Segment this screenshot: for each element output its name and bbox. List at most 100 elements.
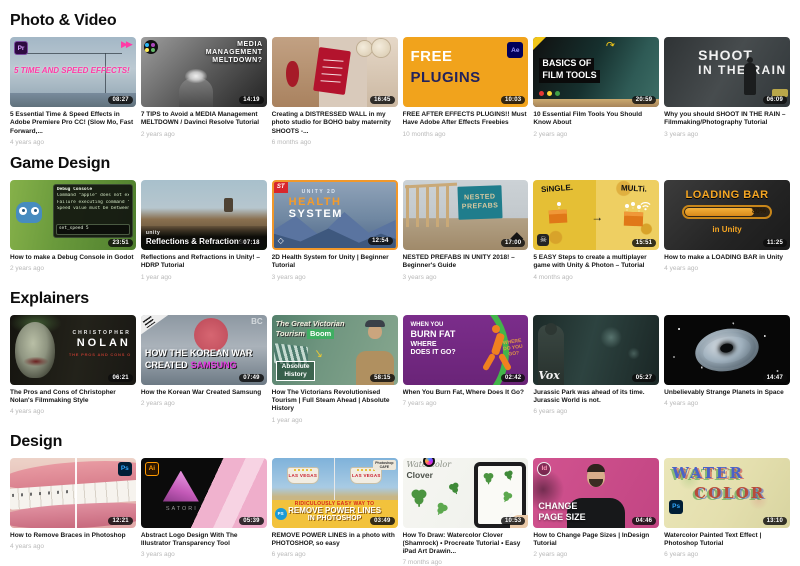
- video-thumbnail[interactable]: 14:47: [664, 315, 790, 385]
- video-thumbnail[interactable]: SATORI Ai 05:39: [141, 458, 267, 528]
- video-title[interactable]: REMOVE POWER LINES in a photo with PHOTO…: [272, 532, 398, 549]
- video-thumbnail[interactable]: Pr ▶▶ 5 TIME AND SPEED EFFECTS! 08:27: [10, 37, 136, 107]
- clover-graphic: [409, 488, 429, 513]
- video-title[interactable]: 5 Essential Time & Speed Effects in Adob…: [10, 111, 136, 136]
- wood-studs-graphic: [406, 185, 452, 227]
- video-title[interactable]: NESTED PREFABS IN UNITY 2018! – Beginner…: [403, 254, 529, 271]
- duration-badge: 11:25: [763, 239, 787, 247]
- unity-logo: unity: [146, 230, 160, 236]
- video-title[interactable]: How To Draw: Watercolor Clover (Shamrock…: [403, 532, 529, 557]
- indesign-icon: Id: [537, 462, 551, 476]
- video-thumbnail[interactable]: ST UNITY 2D HEALTH SYSTEM ◇ 12:54: [272, 180, 398, 250]
- video-title[interactable]: Unbelievably Strange Planets in Space: [664, 389, 790, 397]
- video-thumbnail[interactable]: WHEN YOU BURN FAT WHERE DOES IT GO? WHER…: [403, 315, 529, 385]
- video-thumbnail[interactable]: Debug Console Command "apple" does not e…: [10, 180, 136, 250]
- video-card[interactable]: BASICS OF FILM TOOLS 20:59 10 Essential …: [533, 37, 659, 146]
- video-title[interactable]: How The Victorians Revolutionised Touris…: [272, 389, 398, 414]
- duration-badge: 05:27: [632, 374, 656, 382]
- video-card[interactable]: LAS VEGAS LAS VEGAS Photoshop CAFE RIDIC…: [272, 458, 398, 566]
- video-card[interactable]: CHRISTOPHER NOLAN THE PROS AND CONS OF 0…: [10, 315, 136, 424]
- video-title[interactable]: Reflections and Refractions in Unity! – …: [141, 254, 267, 271]
- video-thumbnail[interactable]: BC HOW THE KOREAN WAR CREATEDSAMSUNG 07:…: [141, 315, 267, 385]
- video-card[interactable]: unity Reflections & Refractions 07:18 Re…: [141, 180, 267, 281]
- video-thumbnail[interactable]: Vox 05:27: [533, 315, 659, 385]
- logo-triangle-graphic: [163, 471, 199, 502]
- duration-badge: 06:21: [108, 374, 132, 382]
- thumbnail-subline: WHERE DO YOU GO?: [499, 337, 527, 358]
- video-thumbnail[interactable]: MEDIA MANAGEMENT MELTDOWN? 14:19: [141, 37, 267, 107]
- video-title[interactable]: The Pros and Cons of Christopher Nolan's…: [10, 389, 136, 406]
- video-thumbnail[interactable]: BASICS OF FILM TOOLS 20:59: [533, 37, 659, 107]
- video-grid: Ps 12:21 How to Remove Braces in Photosh…: [10, 458, 790, 566]
- video-title[interactable]: How the Korean War Created Samsung: [141, 389, 267, 397]
- video-card[interactable]: ST UNITY 2D HEALTH SYSTEM ◇ 12:54 2D Hea…: [272, 180, 398, 281]
- thumbnail-headline: LOADING BAR: [664, 189, 790, 201]
- video-thumbnail[interactable]: FREE PLUGINS Ae 10:03: [403, 37, 529, 107]
- thumbnail-headline: Clover: [407, 470, 433, 480]
- duration-badge: 58:15: [370, 374, 394, 382]
- video-title[interactable]: Jurassic Park was ahead of its time. Jur…: [533, 389, 659, 406]
- video-thumbnail[interactable]: CHANGE PAGE SIZE Id 04:46: [533, 458, 659, 528]
- video-card[interactable]: BC HOW THE KOREAN WAR CREATEDSAMSUNG 07:…: [141, 315, 267, 424]
- video-thumbnail[interactable]: WATER COLOR Ps 13:10: [664, 458, 790, 528]
- video-title[interactable]: How to Change Page Sizes | InDesign Tuto…: [533, 532, 659, 549]
- video-card[interactable]: NESTED PREFABS ◆ 17:00 NESTED PREFABS IN…: [403, 180, 529, 281]
- video-title[interactable]: 7 TIPS to Avoid a MEDIA Management MELTD…: [141, 111, 267, 128]
- video-thumbnail[interactable]: 16:45: [272, 37, 398, 107]
- clover-graphic: [429, 499, 451, 522]
- video-age: 6 months ago: [272, 139, 398, 146]
- video-title[interactable]: Creating a DISTRESSED WALL in my photo s…: [272, 111, 398, 136]
- thumbnail-headline: BASICS OF FILM TOOLS: [539, 58, 599, 83]
- thumbnail-headline: SYSTEM: [289, 208, 343, 220]
- video-thumbnail[interactable]: NESTED PREFABS ◆ 17:00: [403, 180, 529, 250]
- video-card[interactable]: SHOOT IN THE RAIN 06:09 Why you should S…: [664, 37, 790, 146]
- video-thumbnail[interactable]: CHRISTOPHER NOLAN THE PROS AND CONS OF 0…: [10, 315, 136, 385]
- video-title[interactable]: Watercolor Painted Text Effect | Photosh…: [664, 532, 790, 549]
- video-title[interactable]: 10 Essential Film Tools You Should Know …: [533, 111, 659, 128]
- video-thumbnail[interactable]: unity Reflections & Refractions 07:18: [141, 180, 267, 250]
- video-title[interactable]: Why you should SHOOT IN THE RAIN – Filmm…: [664, 111, 790, 128]
- video-card[interactable]: Watercolor Clover: [403, 458, 529, 566]
- video-card[interactable]: Ps 12:21 How to Remove Braces in Photosh…: [10, 458, 136, 566]
- video-card[interactable]: SiNGLE. MULTi. → ☠ 15:51 5 EASY Steps to…: [533, 180, 659, 281]
- video-thumbnail[interactable]: LAS VEGAS LAS VEGAS Photoshop CAFE RIDIC…: [272, 458, 398, 528]
- video-card[interactable]: FREE PLUGINS Ae 10:03 FREE AFTER EFFECTS…: [403, 37, 529, 146]
- video-card[interactable]: SATORI Ai 05:39 Abstract Logo Design Wit…: [141, 458, 267, 566]
- video-card[interactable]: MEDIA MANAGEMENT MELTDOWN? 14:19 7 TIPS …: [141, 37, 267, 146]
- duration-badge: 06:09: [763, 96, 787, 104]
- video-thumbnail[interactable]: Watercolor Clover: [403, 458, 529, 528]
- duration-badge: 14:19: [239, 96, 263, 104]
- video-card[interactable]: LOADING BAR 80% in Unity 11:25 How to ma…: [664, 180, 790, 281]
- video-card[interactable]: Vox 05:27 Jurassic Park was ahead of its…: [533, 315, 659, 424]
- video-card[interactable]: Pr ▶▶ 5 TIME AND SPEED EFFECTS! 08:27 5 …: [10, 37, 136, 146]
- video-card[interactable]: WATER COLOR Ps 13:10 Watercolor Painted …: [664, 458, 790, 566]
- video-card[interactable]: CHANGE PAGE SIZE Id 04:46 How to Change …: [533, 458, 659, 566]
- video-title[interactable]: FREE AFTER EFFECTS PLUGINS!! Must Have A…: [403, 111, 529, 128]
- video-card[interactable]: 14:47 Unbelievably Strange Planets in Sp…: [664, 315, 790, 424]
- video-thumbnail[interactable]: Ps 12:21: [10, 458, 136, 528]
- video-card[interactable]: 16:45 Creating a DISTRESSED WALL in my p…: [272, 37, 398, 146]
- video-thumbnail[interactable]: The Great Victorian TourismBoom Absolute…: [272, 315, 398, 385]
- video-title[interactable]: 5 EASY Steps to create a multiplayer gam…: [533, 254, 659, 271]
- korean-flag-graphic: [141, 315, 169, 335]
- video-thumbnail[interactable]: LOADING BAR 80% in Unity 11:25: [664, 180, 790, 250]
- video-card[interactable]: Debug Console Command "apple" does not e…: [10, 180, 136, 281]
- unity-cube-icon: ◇: [278, 236, 284, 245]
- red-ribbon-graphic: [313, 47, 351, 95]
- thumbnail-headline: PAGE SIZE: [538, 512, 585, 522]
- las-vegas-sign: LAS VEGAS: [287, 467, 319, 484]
- video-title[interactable]: When You Burn Fat, Where Does It Go?: [403, 389, 529, 397]
- section-title-game-design: Game Design: [10, 155, 790, 173]
- video-card[interactable]: WHEN YOU BURN FAT WHERE DOES IT GO? WHER…: [403, 315, 529, 424]
- video-title[interactable]: Abstract Logo Design With The Illustrato…: [141, 532, 267, 549]
- photoshop-icon: Ps: [669, 500, 683, 514]
- thumbnail-caption: in Unity: [664, 225, 790, 234]
- console-input: set_speed 5: [56, 224, 130, 235]
- video-title[interactable]: How to make a LOADING BAR in Unity: [664, 254, 790, 262]
- video-thumbnail[interactable]: SHOOT IN THE RAIN 06:09: [664, 37, 790, 107]
- video-title[interactable]: How to make a Debug Console in Godot: [10, 254, 136, 262]
- video-card[interactable]: The Great Victorian TourismBoom Absolute…: [272, 315, 398, 424]
- video-title[interactable]: How to Remove Braces in Photoshop: [10, 532, 136, 540]
- video-title[interactable]: 2D Health System for Unity | Beginner Tu…: [272, 254, 398, 271]
- video-thumbnail[interactable]: SiNGLE. MULTi. → ☠ 15:51: [533, 180, 659, 250]
